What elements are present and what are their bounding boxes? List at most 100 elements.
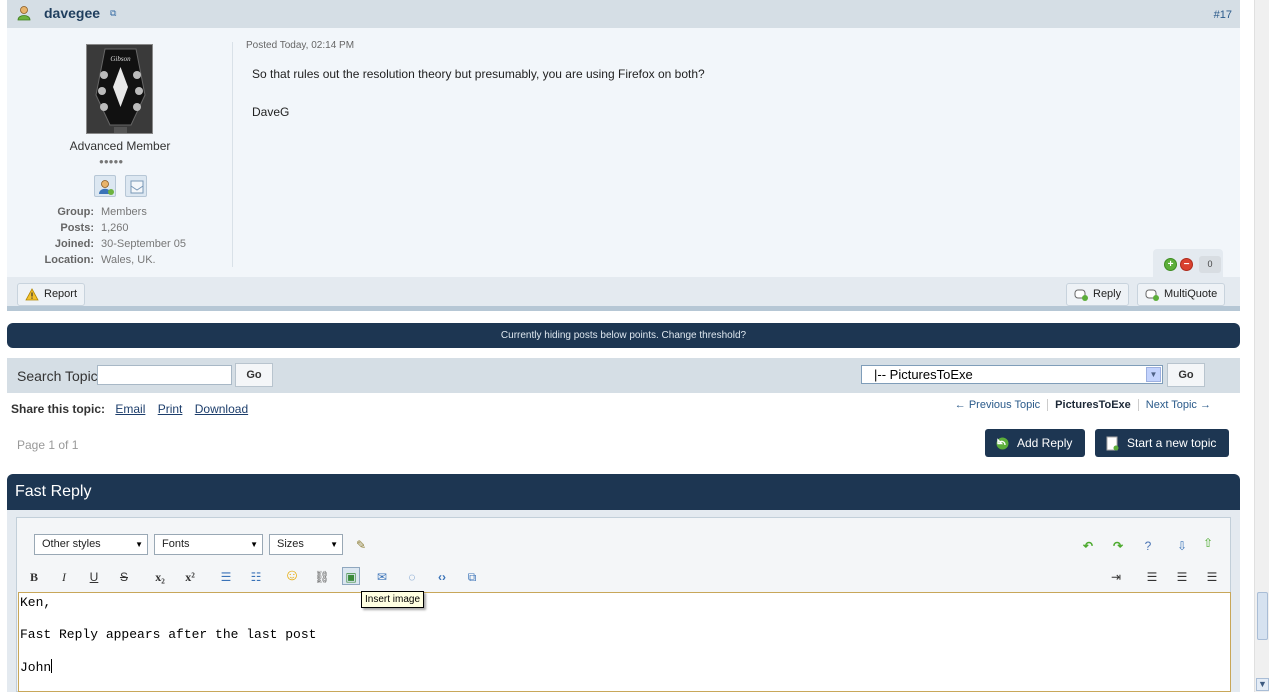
current-forum-link[interactable]: PicturesToExe bbox=[1047, 399, 1139, 411]
add-reply-label: Add Reply bbox=[1017, 436, 1073, 450]
italic-icon[interactable]: I bbox=[55, 568, 73, 586]
member-title: Advanced Member bbox=[69, 139, 171, 153]
scrollbar-thumb[interactable] bbox=[1257, 592, 1268, 640]
threshold-bar[interactable]: Currently hiding posts below points. Cha… bbox=[7, 323, 1240, 348]
emoticon-icon[interactable]: ☺ bbox=[283, 567, 301, 585]
multiquote-button[interactable]: MultiQuote bbox=[1137, 283, 1226, 306]
sizes-select[interactable]: Sizes ▼ bbox=[269, 534, 343, 555]
indent-icon[interactable]: ⇥ bbox=[1107, 568, 1125, 586]
reply-arrow-icon bbox=[996, 437, 1009, 450]
post-number-link[interactable]: #17 bbox=[1214, 9, 1232, 21]
next-topic-link[interactable]: Next Topic → bbox=[1139, 399, 1218, 411]
new-topic-icon bbox=[1106, 436, 1119, 451]
user-online-icon bbox=[17, 6, 31, 21]
restore-icon[interactable]: ⇩ bbox=[1173, 537, 1191, 555]
message-icon bbox=[130, 180, 144, 194]
post-author-link[interactable]: davegee bbox=[44, 5, 100, 21]
new-topic-label: Start a new topic bbox=[1127, 436, 1217, 450]
sizes-select-value: Sizes bbox=[277, 538, 304, 550]
email-icon[interactable]: ✉ bbox=[373, 568, 391, 586]
align-left-icon[interactable]: ☰ bbox=[1143, 568, 1161, 586]
link-icon[interactable]: ⛓ bbox=[313, 568, 331, 586]
numbered-list-icon[interactable]: ☷ bbox=[247, 568, 265, 586]
post-signoff: DaveG bbox=[252, 105, 290, 119]
rank-pips: ●●●●● bbox=[99, 157, 124, 166]
rep-count: 0 bbox=[1199, 256, 1221, 273]
share-email-link[interactable]: Email bbox=[115, 402, 145, 416]
post-divider bbox=[232, 42, 233, 267]
fonts-select[interactable]: Fonts ▼ bbox=[154, 534, 263, 555]
reply-button[interactable]: Reply bbox=[1066, 283, 1130, 306]
previous-topic-link[interactable]: ← Previous Topic bbox=[948, 399, 1047, 411]
chevron-down-icon[interactable]: ▼ bbox=[1146, 367, 1161, 382]
forum-jump-select[interactable]: |-- PicturesToExe ▼ bbox=[861, 365, 1163, 384]
undo-icon[interactable]: ↶ bbox=[1079, 537, 1097, 555]
share-download-link[interactable]: Download bbox=[195, 402, 248, 416]
reply-textarea[interactable]: Ken, Fast Reply appears after the last p… bbox=[18, 592, 1231, 692]
meta-posts: Posts: 1,260 bbox=[60, 222, 129, 234]
strikethrough-icon[interactable]: S bbox=[115, 568, 133, 586]
rep-up-icon[interactable]: + bbox=[1164, 258, 1177, 271]
underline-icon[interactable]: U bbox=[85, 568, 103, 586]
styles-select-value: Other styles bbox=[42, 538, 101, 550]
remove-format-icon[interactable]: ✎ bbox=[352, 536, 370, 554]
text-line: John bbox=[20, 660, 52, 675]
special-media-icon[interactable]: ⧉ bbox=[463, 568, 481, 586]
redo-icon[interactable]: ↷ bbox=[1109, 537, 1127, 555]
post-body: Gibson Advanced Member ●●●●● Group: Memb… bbox=[7, 28, 1240, 277]
meta-location: Location: Wales, UK. bbox=[44, 254, 156, 266]
chevron-down-icon: ▼ bbox=[250, 540, 258, 549]
rich-text-editor: Other styles ▼ Fonts ▼ Sizes ▼ ✎ ↶ ↷ ? ⇩ ⇧ … bbox=[16, 517, 1231, 692]
fast-reply-header: Fast Reply bbox=[7, 474, 1240, 510]
warning-icon bbox=[25, 288, 39, 301]
view-profile-icon[interactable]: ⧉ bbox=[110, 8, 116, 19]
share-topic: Share this topic: Email Print Download bbox=[11, 402, 257, 416]
post-header: davegee ⧉ #17 bbox=[7, 0, 1240, 28]
report-button[interactable]: Report bbox=[17, 283, 86, 306]
bold-icon[interactable]: B bbox=[25, 568, 43, 586]
bulleted-list-icon[interactable]: ☰ bbox=[217, 568, 235, 586]
save-icon[interactable]: ⇧ bbox=[1199, 534, 1217, 552]
text-caret bbox=[51, 659, 53, 673]
insert-image-tooltip: Insert image bbox=[361, 591, 425, 608]
chevron-down-icon: ▼ bbox=[135, 540, 143, 549]
avatar[interactable]: Gibson bbox=[86, 44, 153, 134]
fast-reply-panel: Other styles ▼ Fonts ▼ Sizes ▼ ✎ ↶ ↷ ? ⇩ ⇧ … bbox=[7, 510, 1240, 692]
forum-go-button[interactable]: Go bbox=[1167, 363, 1205, 387]
post-line: So that rules out the resolution theory … bbox=[252, 67, 705, 81]
multiquote-icon bbox=[1145, 289, 1159, 301]
share-print-link[interactable]: Print bbox=[158, 402, 183, 416]
scroll-down-icon[interactable]: ▼ bbox=[1256, 678, 1269, 691]
search-topic-label: Search Topic bbox=[17, 368, 98, 384]
text-line bbox=[20, 643, 1229, 659]
reply-label: Reply bbox=[1093, 288, 1122, 300]
rep-down-icon[interactable]: − bbox=[1180, 258, 1193, 271]
align-center-icon[interactable]: ☰ bbox=[1173, 568, 1191, 586]
author-actions bbox=[94, 175, 153, 197]
post-content: So that rules out the resolution theory … bbox=[252, 65, 705, 122]
reply-icon bbox=[1074, 289, 1088, 301]
multiquote-label: MultiQuote bbox=[1164, 288, 1218, 300]
forum-jump-value: |-- PicturesToExe bbox=[874, 367, 973, 382]
subscript-icon[interactable]: x₂ bbox=[151, 568, 169, 586]
styles-select[interactable]: Other styles ▼ bbox=[34, 534, 148, 555]
search-go-button[interactable]: Go bbox=[235, 363, 273, 387]
align-right-icon[interactable]: ☰ bbox=[1203, 568, 1221, 586]
fonts-select-value: Fonts bbox=[162, 538, 190, 550]
share-label: Share this topic: bbox=[11, 402, 106, 416]
insert-image-icon[interactable]: ▣ bbox=[342, 567, 360, 585]
code-icon[interactable]: ‹› bbox=[433, 568, 451, 586]
view-profile-button[interactable] bbox=[94, 175, 116, 197]
vertical-scrollbar[interactable]: ▼ bbox=[1254, 0, 1269, 692]
text-line: Ken, bbox=[20, 595, 52, 610]
profile-icon bbox=[99, 180, 114, 195]
guitar-headstock-image: Gibson bbox=[87, 45, 152, 133]
send-message-button[interactable] bbox=[125, 175, 148, 197]
superscript-icon[interactable]: x² bbox=[181, 568, 199, 586]
author-info: Gibson Advanced Member ●●●●● Group: Memb… bbox=[7, 28, 233, 277]
help-icon[interactable]: ? bbox=[1139, 537, 1157, 555]
new-topic-button[interactable]: Start a new topic bbox=[1095, 429, 1230, 457]
add-reply-button[interactable]: Add Reply bbox=[985, 429, 1086, 457]
quote-icon[interactable]: ◌ bbox=[403, 568, 421, 586]
search-topic-input[interactable] bbox=[97, 365, 232, 385]
